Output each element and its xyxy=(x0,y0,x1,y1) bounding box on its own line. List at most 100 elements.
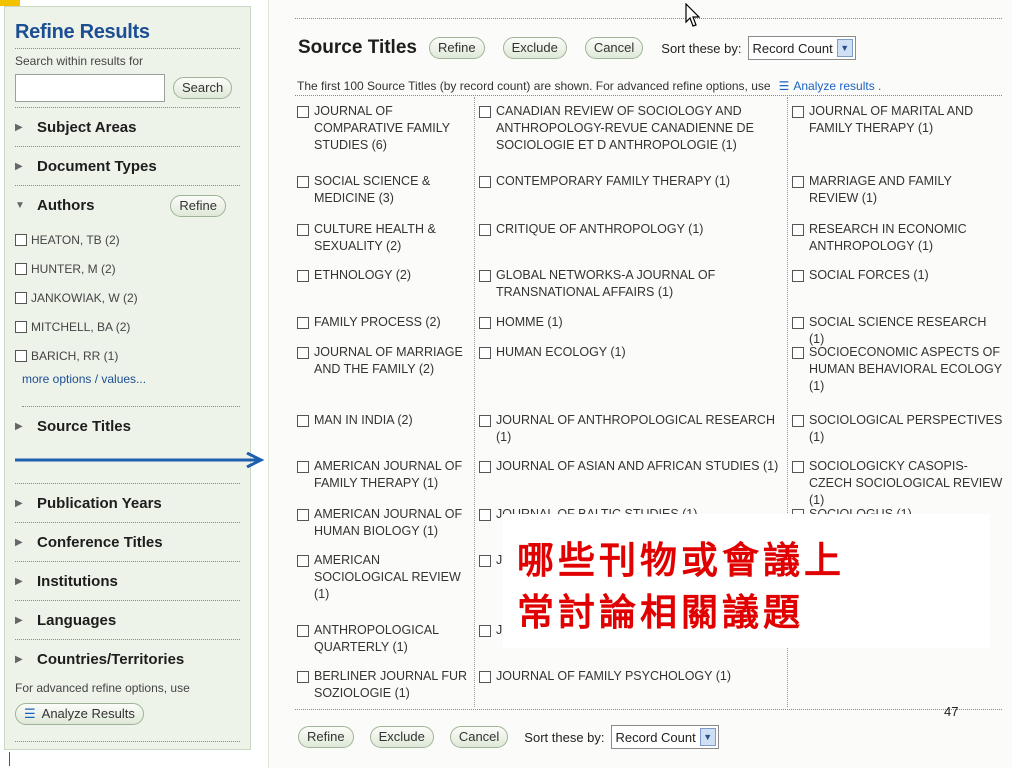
source-title-option[interactable]: FAMILY PROCESS (2) xyxy=(297,314,475,331)
checkbox[interactable] xyxy=(479,671,491,683)
source-title-option[interactable]: AMERICAN JOURNAL OF HUMAN BIOLOGY (1) xyxy=(297,506,475,540)
source-title-option[interactable]: AMERICAN JOURNAL OF FAMILY THERAPY (1) xyxy=(297,458,475,492)
checkbox[interactable] xyxy=(792,106,804,118)
bottom-exclude-button[interactable]: Exclude xyxy=(369,726,434,748)
checkbox[interactable] xyxy=(297,671,309,683)
checkbox[interactable] xyxy=(479,415,491,427)
checkbox[interactable] xyxy=(792,317,804,329)
source-title-option[interactable]: JOURNAL OF ANTHROPOLOGICAL RESEARCH (1) xyxy=(479,412,791,446)
checkbox[interactable] xyxy=(297,625,309,637)
author-option[interactable]: JANKOWIAK, W (2) xyxy=(15,283,240,312)
author-option[interactable]: HUNTER, M (2) xyxy=(15,254,240,283)
source-title-option[interactable]: ANTHROPOLOGICAL QUARTERLY (1) xyxy=(297,622,475,656)
source-title-option[interactable]: MAN IN INDIA (2) xyxy=(297,412,475,429)
checkbox[interactable] xyxy=(479,625,491,637)
checkbox[interactable] xyxy=(792,224,804,236)
source-title-label: FAMILY PROCESS (2) xyxy=(314,315,441,329)
checkbox[interactable] xyxy=(792,461,804,473)
source-title-option[interactable]: RESEARCH IN ECONOMIC ANTHROPOLOGY (1) xyxy=(792,221,1004,255)
search-button[interactable]: Search xyxy=(173,77,233,99)
checkbox[interactable] xyxy=(15,262,27,275)
checkbox[interactable] xyxy=(479,555,491,567)
source-title-option[interactable]: JOURNAL OF ASIAN AND AFRICAN STUDIES (1) xyxy=(479,458,791,475)
checkbox[interactable] xyxy=(297,224,309,236)
author-option[interactable]: MITCHELL, BA (2) xyxy=(15,312,240,341)
checkbox[interactable] xyxy=(479,509,491,521)
checkbox[interactable] xyxy=(297,106,309,118)
exclude-button[interactable]: Exclude xyxy=(502,37,567,59)
source-title-option[interactable]: JOURNAL OF COMPARATIVE FAMILY STUDIES (6… xyxy=(297,103,475,154)
source-title-option[interactable]: SOCIAL SCIENCE RESEARCH (1) xyxy=(792,314,1004,348)
checkbox[interactable] xyxy=(479,317,491,329)
analyze-results-button[interactable]: ☰ Analyze Results xyxy=(15,703,144,725)
source-title-option[interactable]: BERLINER JOURNAL FUR SOZIOLOGIE (1) xyxy=(297,668,475,702)
sort-select[interactable]: Record Count ▼ xyxy=(747,36,856,60)
edge-tick xyxy=(9,752,10,766)
checkbox[interactable] xyxy=(297,347,309,359)
checkbox[interactable] xyxy=(297,461,309,473)
analyze-results-link[interactable]: Analyze results . xyxy=(793,79,881,93)
source-title-option[interactable]: GLOBAL NETWORKS-A JOURNAL OF TRANSNATION… xyxy=(479,267,791,301)
section-item[interactable]: ▶ Publication Years xyxy=(15,484,240,523)
checkbox[interactable] xyxy=(792,415,804,427)
authors-refine-button[interactable]: Refine xyxy=(170,194,226,217)
checkbox[interactable] xyxy=(479,461,491,473)
checkbox[interactable] xyxy=(297,509,309,521)
mouse-cursor-icon xyxy=(685,3,701,27)
source-title-option[interactable]: JOURNAL OF MARITAL AND FAMILY THERAPY (1… xyxy=(792,103,1004,137)
refine-button[interactable]: Refine xyxy=(428,37,485,59)
checkbox[interactable] xyxy=(15,320,27,333)
cancel-button[interactable]: Cancel xyxy=(584,37,644,59)
checkbox[interactable] xyxy=(792,347,804,359)
checkbox[interactable] xyxy=(479,176,491,188)
source-title-option[interactable]: CONTEMPORARY FAMILY THERAPY (1) xyxy=(479,173,791,190)
source-title-option[interactable]: CULTURE HEALTH & SEXUALITY (2) xyxy=(297,221,475,255)
author-option[interactable]: BARICH, RR (1) xyxy=(15,341,240,370)
checkbox[interactable] xyxy=(15,233,27,246)
source-title-option[interactable]: SOCIOLOGICAL PERSPECTIVES (1) xyxy=(792,412,1004,446)
section-document-types[interactable]: ▶ Document Types xyxy=(15,147,240,186)
checkbox[interactable] xyxy=(479,347,491,359)
source-title-option[interactable]: SOCIAL SCIENCE & MEDICINE (3) xyxy=(297,173,475,207)
section-item[interactable]: ▶ Institutions xyxy=(15,562,240,601)
search-input[interactable] xyxy=(15,74,165,102)
source-title-option[interactable]: CANADIAN REVIEW OF SOCIOLOGY AND ANTHROP… xyxy=(479,103,791,154)
source-title-option[interactable]: SOCIOLOGICKY CASOPIS-CZECH SOCIOLOGICAL … xyxy=(792,458,1004,509)
source-title-option[interactable]: MARRIAGE AND FAMILY REVIEW (1) xyxy=(792,173,1004,207)
more-options-link[interactable]: more options / values... xyxy=(22,372,240,407)
source-title-option[interactable]: ETHNOLOGY (2) xyxy=(297,267,475,284)
author-option[interactable]: HEATON, TB (2) xyxy=(15,225,240,254)
checkbox[interactable] xyxy=(792,176,804,188)
source-title-label: SOCIAL SCIENCE RESEARCH (1) xyxy=(809,315,987,346)
checkbox[interactable] xyxy=(297,317,309,329)
source-title-option[interactable]: SOCIAL FORCES (1) xyxy=(792,267,1004,284)
section-source-titles[interactable]: ▶ Source Titles xyxy=(15,407,240,446)
source-title-option[interactable]: JOURNAL OF FAMILY PSYCHOLOGY (1) xyxy=(479,668,791,685)
author-option-label: BARICH, RR (1) xyxy=(31,348,119,363)
section-authors[interactable]: ▼ Authors Refine xyxy=(15,186,240,225)
section-subject-areas[interactable]: ▶ Subject Areas xyxy=(15,108,240,147)
checkbox[interactable] xyxy=(297,176,309,188)
checkbox[interactable] xyxy=(479,270,491,282)
checkbox[interactable] xyxy=(479,224,491,236)
section-item[interactable]: ▶ Countries/Territories xyxy=(15,640,240,679)
bottom-sort-select[interactable]: Record Count ▼ xyxy=(610,725,719,749)
checkbox[interactable] xyxy=(297,270,309,282)
bottom-cancel-button[interactable]: Cancel xyxy=(449,726,509,748)
source-title-option[interactable]: AMERICAN SOCIOLOGICAL REVIEW (1) xyxy=(297,552,475,603)
section-label: Publication Years xyxy=(37,494,162,512)
source-title-option[interactable]: CRITIQUE OF ANTHROPOLOGY (1) xyxy=(479,221,791,238)
checkbox[interactable] xyxy=(15,291,27,304)
source-title-option[interactable]: HOMME (1) xyxy=(479,314,791,331)
source-title-option[interactable]: JOURNAL OF MARRIAGE AND THE FAMILY (2) xyxy=(297,344,475,378)
checkbox[interactable] xyxy=(297,415,309,427)
section-item[interactable]: ▶ Conference Titles xyxy=(15,523,240,562)
checkbox[interactable] xyxy=(15,349,27,362)
checkbox[interactable] xyxy=(297,555,309,567)
section-item[interactable]: ▶ Languages xyxy=(15,601,240,640)
source-title-option[interactable]: HUMAN ECOLOGY (1) xyxy=(479,344,791,361)
source-title-option[interactable]: SOCIOECONOMIC ASPECTS OF HUMAN BEHAVIORA… xyxy=(792,344,1004,395)
checkbox[interactable] xyxy=(792,270,804,282)
bottom-refine-button[interactable]: Refine xyxy=(298,726,354,748)
checkbox[interactable] xyxy=(479,106,491,118)
